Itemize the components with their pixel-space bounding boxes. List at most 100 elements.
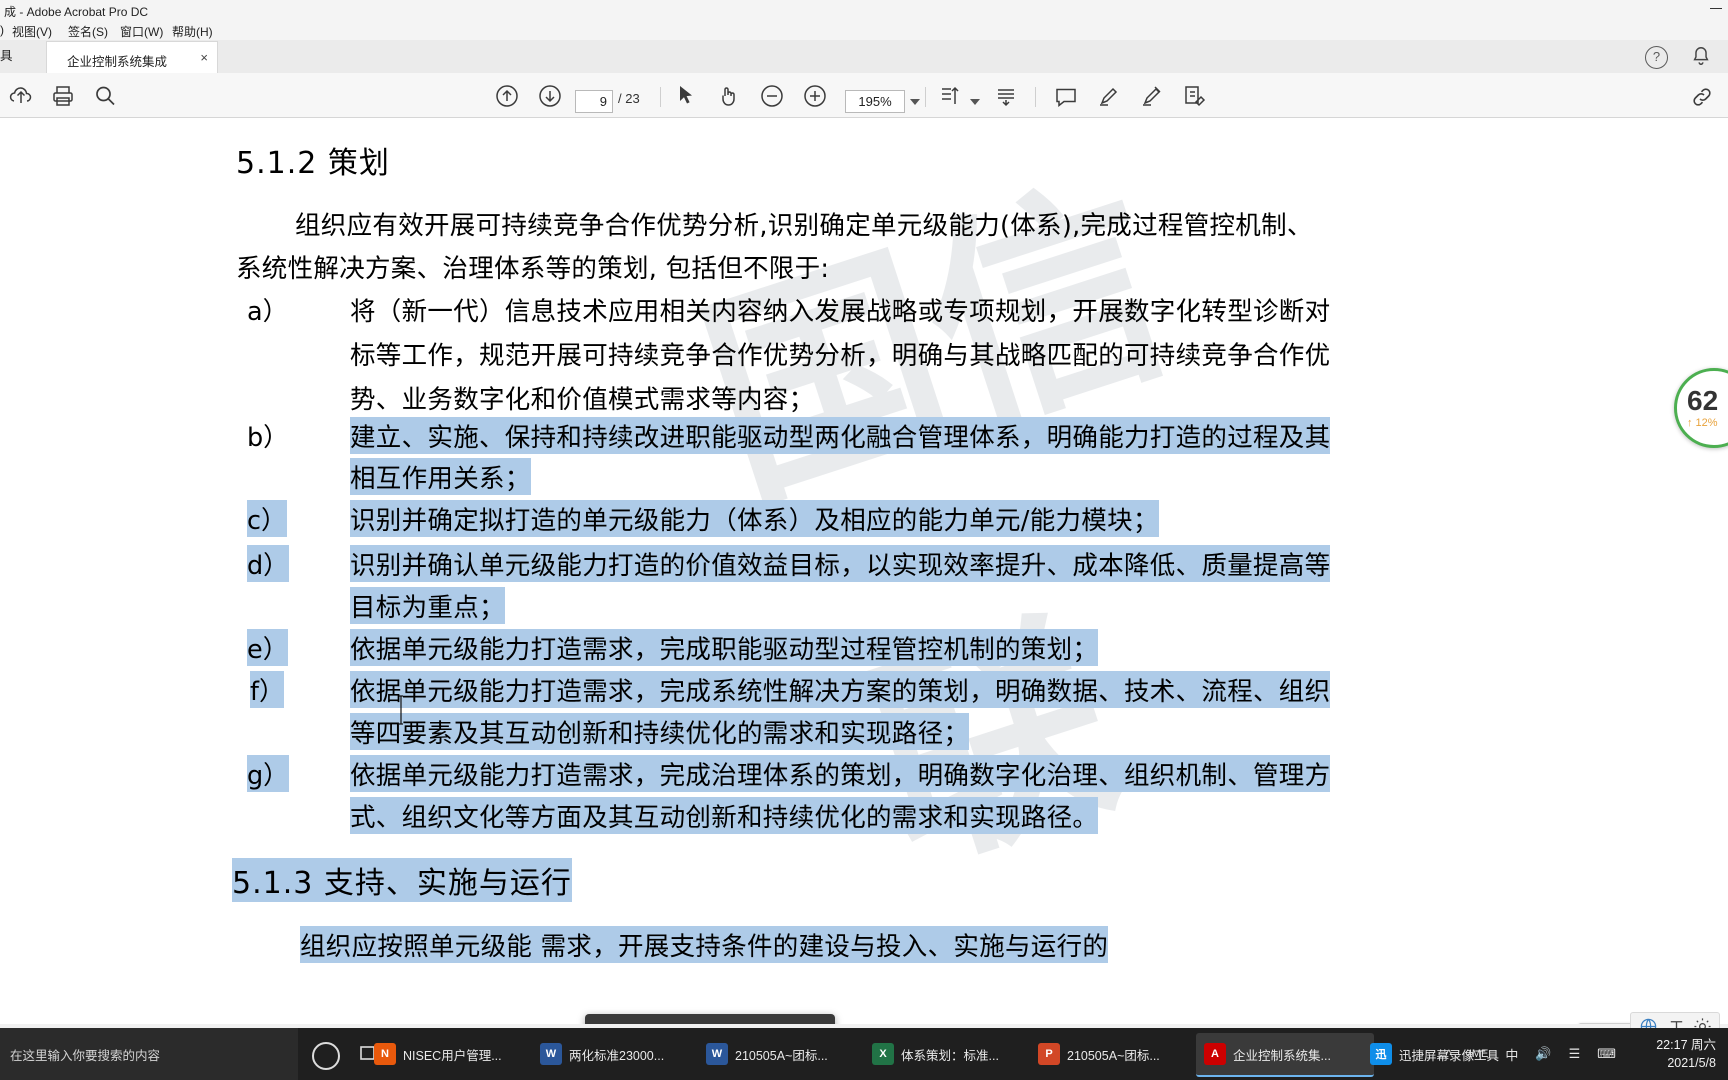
minimize-button[interactable]: [1710, 2, 1722, 14]
taskbar-app-label: 两化标准23000...: [569, 1048, 665, 1063]
document-viewport[interactable]: 国信 联 5.1.2 策划 组织应有效开展可持续竞争合作优势分析,识别确定单元级…: [0, 118, 1728, 1024]
taskbar-app-label: 体系策划：标准...: [901, 1048, 999, 1063]
note-icon[interactable]: [710, 1023, 735, 1024]
comment-icon[interactable]: [1053, 83, 1079, 109]
clock-time: 22:17 周六: [1656, 1038, 1716, 1052]
menu-item-view[interactable]: 视图(V): [12, 23, 52, 40]
list-marker-a: a）: [247, 297, 289, 327]
volume-icon[interactable]: 🔊: [1535, 1046, 1551, 1062]
list-marker-b: b）: [247, 423, 289, 453]
tools-tab-label[interactable]: 具: [0, 45, 13, 64]
zoom-level-value: 195%: [858, 94, 892, 109]
document-tab-label: 企业控制系统集成: [67, 55, 168, 69]
tray-expand-icon[interactable]: ^: [1446, 1047, 1452, 1062]
list-item-f-line-1[interactable]: 依据单元级能力打造需求，完成系统性解决方案的策划，明确数据、技术、流程、组织: [350, 671, 1331, 708]
taskbar-clock[interactable]: 22:17 周六 2021/5/8: [1656, 1036, 1716, 1072]
list-item-a-line-3: 势、业务数字化和价值模式需求等内容；: [350, 385, 815, 415]
app-icon: P: [1038, 1043, 1060, 1065]
page-total-label: / 23: [618, 91, 640, 106]
search-icon[interactable]: [92, 83, 118, 109]
list-marker-c[interactable]: c）: [247, 500, 287, 537]
taskbar-app-label: 企业控制系统集...: [1233, 1048, 1331, 1063]
taskbar-app-0[interactable]: N NISEC用户管理...: [366, 1033, 544, 1075]
menu-item-sign[interactable]: 签名(S): [68, 23, 108, 40]
page-number-value: 9: [599, 94, 607, 109]
paragraph-2[interactable]: 组织应按照单元级能 需求，开展支持条件的建设与投入、实施与运行的: [300, 926, 1109, 963]
list-marker-g[interactable]: g）: [247, 755, 289, 792]
list-item-d-line-2[interactable]: 目标为重点；: [350, 587, 505, 624]
network-icon[interactable]: ☰: [1569, 1046, 1581, 1062]
app-icon: A: [1204, 1043, 1226, 1065]
menu-item-help[interactable]: 帮助(H): [172, 23, 213, 40]
keyboard-icon[interactable]: ⌨: [1597, 1046, 1616, 1062]
taskbar-app-label: NISEC用户管理...: [403, 1048, 502, 1063]
highlighter-icon[interactable]: [602, 1023, 627, 1024]
app-icon: N: [374, 1043, 396, 1065]
document-tab[interactable]: 企业控制系统集成 ×: [46, 41, 218, 74]
list-item-g-line-1[interactable]: 依据单元级能力打造需求，完成治理体系的策划，明确数字化治理、组织机制、管理方: [350, 755, 1331, 792]
chevron-down-icon[interactable]: [910, 99, 920, 105]
taskbar-app-label: 210505A~团标...: [735, 1048, 828, 1063]
cortana-circle-icon[interactable]: [312, 1042, 340, 1070]
list-item-e-line-1[interactable]: 依据单元级能力打造需求，完成职能驱动型过程管控机制的策划；: [350, 629, 1099, 666]
app-icon: 迅: [1370, 1043, 1392, 1065]
window-title: 成 - Adobe Acrobat Pro DC: [4, 5, 149, 19]
paragraph-1-line-1: 组织应有效开展可持续竞争合作优势分析,识别确定单元级能力(体系),完成过程管控机…: [295, 211, 1313, 241]
full-width-icon[interactable]: [993, 83, 1019, 109]
share-link-icon[interactable]: [1690, 85, 1714, 109]
list-marker-e[interactable]: e）: [247, 629, 289, 666]
zoom-level-input[interactable]: 195%: [845, 90, 905, 113]
hand-icon[interactable]: [716, 83, 742, 109]
taskbar-app-1[interactable]: W 两化标准23000...: [532, 1033, 710, 1075]
fill-sign-icon[interactable]: [1182, 83, 1208, 109]
taskbar-app-label: 210505A~团标...: [1067, 1048, 1160, 1063]
fit-page-chevron-icon[interactable]: [970, 99, 980, 105]
page-number-input[interactable]: 9: [575, 90, 613, 113]
taskbar-app-4[interactable]: P 210505A~团标...: [1030, 1033, 1208, 1075]
app-icon: W: [706, 1043, 728, 1065]
ime-mode-icon[interactable]: 中: [1505, 1045, 1518, 1064]
highlighter-icon[interactable]: [1096, 83, 1122, 109]
list-item-c-line-1[interactable]: 识别并确定拟打造的单元级能力（体系）及相应的能力单元/能力模块；: [350, 500, 1159, 537]
app-icon: X: [872, 1043, 894, 1065]
taskbar-app-5[interactable]: A 企业控制系统集...: [1196, 1033, 1374, 1077]
menu-item-0[interactable]: ): [0, 23, 4, 37]
status-badge-sub: ↑ 12%: [1687, 417, 1718, 429]
copy-icon[interactable]: [790, 1023, 815, 1024]
help-icon[interactable]: ?: [1645, 46, 1668, 69]
strikethrough-icon[interactable]: [674, 1023, 699, 1024]
search-input[interactable]: 在这里输入你要搜索的内容: [0, 1028, 298, 1080]
ime-icon[interactable]: IME: [1469, 1048, 1489, 1060]
upload-cloud-icon[interactable]: [8, 83, 34, 109]
app-icon: W: [540, 1043, 562, 1065]
zoom-in-icon[interactable]: [802, 83, 828, 109]
annotation-mini-toolbar[interactable]: [585, 1014, 835, 1024]
list-marker-f[interactable]: f）: [250, 671, 285, 708]
list-item-b-line-2[interactable]: 相互作用关系；: [350, 458, 531, 495]
title-bar: 成 - Adobe Acrobat Pro DC: [0, 0, 1728, 20]
list-item-g-line-2[interactable]: 式、组织文化等方面及其互动创新和持续优化的需求和实现路径。: [350, 797, 1099, 834]
close-icon[interactable]: ×: [200, 50, 208, 65]
arrow-down-circle-icon[interactable]: [537, 83, 563, 109]
list-item-d-line-1[interactable]: 识别并确认单元级能力打造的价值效益目标，以实现效率提升、成本降低、质量提高等: [350, 545, 1331, 582]
fit-page-icon[interactable]: [938, 83, 964, 109]
arrow-up-circle-icon[interactable]: [494, 83, 520, 109]
window-controls: [1710, 2, 1722, 14]
zoom-out-icon[interactable]: [759, 83, 785, 109]
list-marker-d[interactable]: d）: [247, 545, 289, 582]
pen-icon[interactable]: [1139, 83, 1165, 109]
menu-item-window[interactable]: 窗口(W): [120, 23, 163, 40]
bell-icon[interactable]: [1690, 44, 1712, 68]
underline-text-icon[interactable]: [638, 1023, 663, 1024]
taskbar-app-2[interactable]: W 210505A~团标...: [698, 1033, 876, 1075]
taskbar-app-3[interactable]: X 体系策划：标准...: [864, 1033, 1042, 1075]
list-item-f-line-2[interactable]: 等四要素及其互动创新和持续优化的需求和实现路径；: [350, 713, 970, 750]
list-item-b-line-1[interactable]: 建立、实施、保持和持续改进职能驱动型两化融合管理体系，明确能力打造的过程及其: [350, 417, 1331, 454]
cursor-icon[interactable]: [673, 83, 699, 109]
text-cursor: [398, 695, 403, 725]
pdf-page: 国信 联 5.1.2 策划 组织应有效开展可持续竞争合作优势分析,识别确定单元级…: [0, 118, 1728, 1024]
printer-icon[interactable]: [50, 83, 76, 109]
heading-513[interactable]: 5.1.3 支持、实施与运行: [232, 858, 572, 902]
tab-strip: [0, 40, 1728, 74]
acrobat-window: 成 - Adobe Acrobat Pro DC ) 视图(V) 签名(S) 窗…: [0, 0, 1728, 1080]
